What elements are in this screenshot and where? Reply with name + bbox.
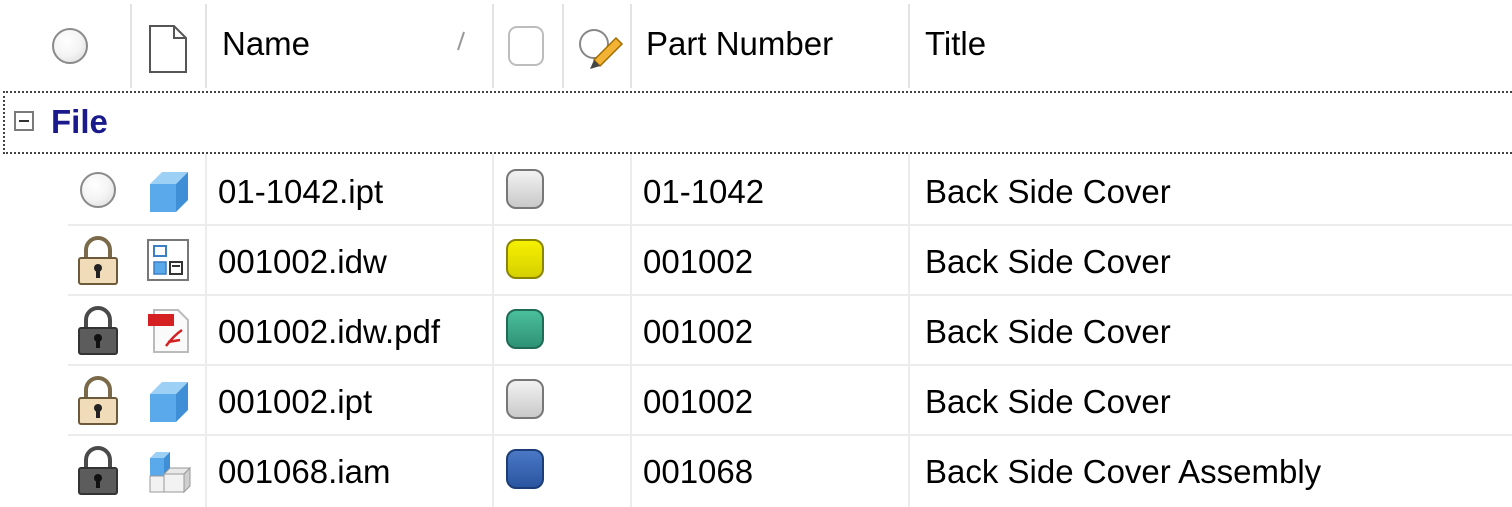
lock-closed-icon: [78, 446, 118, 495]
group-label: File: [51, 103, 108, 140]
lock-closed-icon: [78, 306, 118, 355]
group-row-file[interactable]: File: [3, 91, 1512, 154]
part-number-column-header[interactable]: Part Number: [646, 22, 833, 66]
lifecycle-state-swatch: [506, 239, 544, 279]
part-icon: [150, 382, 188, 422]
header-divider: [130, 4, 132, 88]
header-divider: [492, 4, 494, 88]
part-icon: [150, 172, 188, 212]
file-name[interactable]: 001068.iam: [218, 452, 390, 492]
title: Back Side Cover: [925, 173, 1171, 210]
part-number: 01-1042: [643, 173, 765, 210]
lifecycle-state-swatch: [506, 379, 544, 419]
state-column-header-icon[interactable]: [508, 26, 544, 66]
name-column-header[interactable]: Name: [222, 22, 310, 66]
title: Back Side Cover: [925, 243, 1171, 280]
file-name[interactable]: 001002.idw.pdf: [218, 312, 440, 352]
drawing-icon: [147, 239, 189, 281]
part-number: 001002: [643, 383, 754, 420]
lock-open-icon: [78, 376, 118, 425]
header-divider: [562, 4, 564, 88]
lifecycle-state-swatch: [506, 449, 544, 489]
title: Back Side Cover: [925, 383, 1171, 420]
file-name[interactable]: 01-1042.ipt: [218, 172, 383, 212]
header-divider: [908, 4, 910, 88]
lifecycle-state-swatch: [506, 169, 544, 209]
table-row[interactable]: 001002.idw 001002 Back Side Cover: [0, 226, 1512, 296]
lock-open-icon: [78, 236, 118, 285]
file-grid: Name Part Number Title File 01-1042.ipt …: [0, 0, 1512, 507]
pdf-icon: [148, 309, 189, 353]
collapse-toggle-icon[interactable]: [14, 111, 34, 131]
header-divider: [630, 4, 632, 88]
file-name[interactable]: 001002.ipt: [218, 382, 372, 422]
table-row[interactable]: 01-1042.ipt 01-1042 Back Side Cover: [0, 156, 1512, 226]
assembly-icon: [149, 452, 192, 494]
part-number: 001002: [643, 243, 754, 280]
title: Back Side Cover: [925, 313, 1171, 350]
status-radio-icon[interactable]: [80, 172, 116, 208]
header-divider: [205, 4, 207, 88]
lifecycle-state-swatch: [506, 309, 544, 349]
table-row[interactable]: 001002.ipt 001002 Back Side Cover: [0, 366, 1512, 436]
part-number: 001002: [643, 313, 754, 350]
status-column-header-icon[interactable]: [52, 28, 88, 64]
column-header-row: Name Part Number Title: [0, 0, 1512, 88]
edit-column-header-icon[interactable]: [576, 24, 624, 72]
document-column-header-icon[interactable]: [148, 24, 188, 74]
title: Back Side Cover Assembly: [925, 453, 1322, 490]
table-row[interactable]: 001002.idw.pdf 001002 Back Side Cover: [0, 296, 1512, 366]
file-name[interactable]: 001002.idw: [218, 242, 387, 282]
sort-indicator-icon: [457, 31, 465, 51]
part-number: 001068: [643, 453, 754, 490]
table-row[interactable]: 001068.iam 001068 Back Side Cover Assemb…: [0, 436, 1512, 506]
title-column-header[interactable]: Title: [925, 22, 986, 66]
